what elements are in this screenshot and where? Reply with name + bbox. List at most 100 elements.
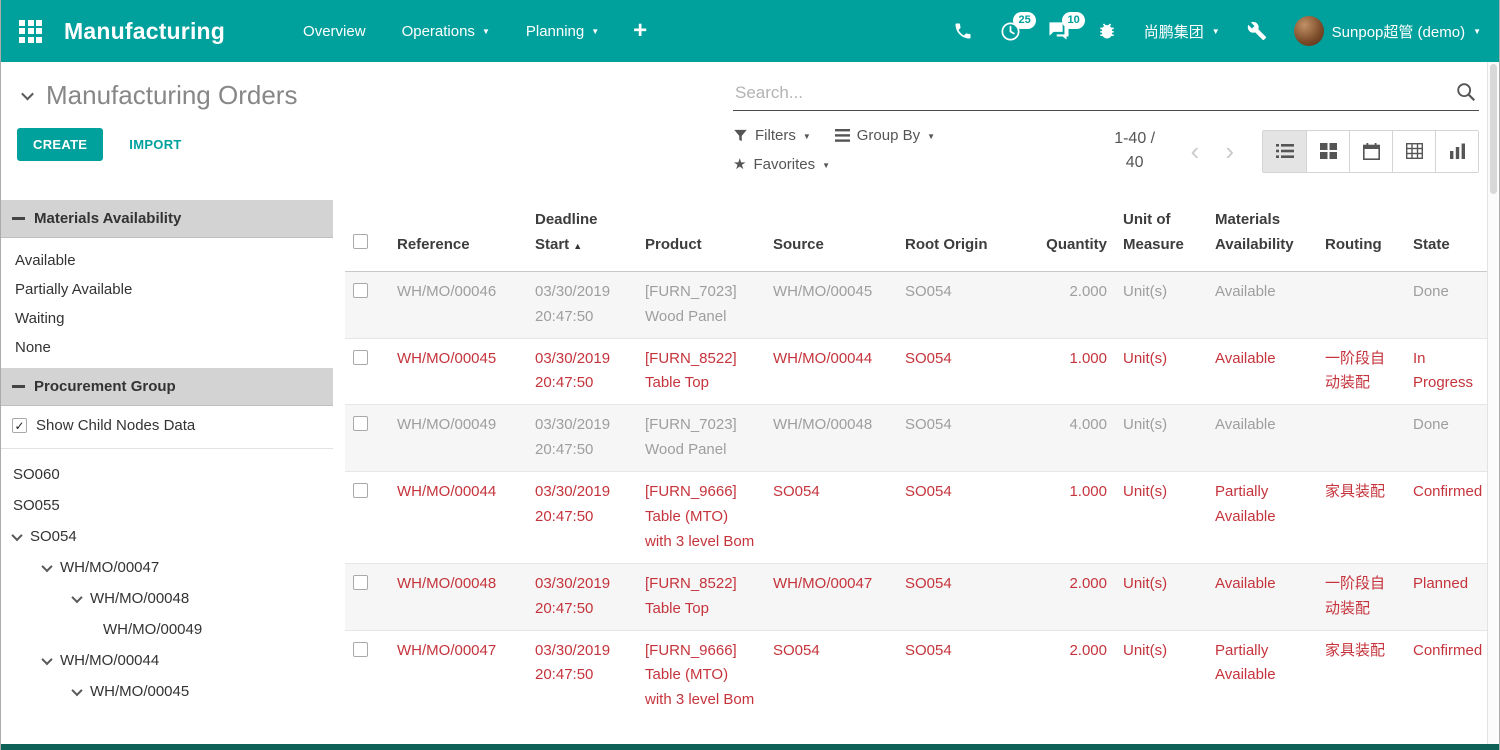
table-row[interactable]: WH/MO/0004403/30/2019 20:47:50[FURN_9666… <box>345 472 1493 564</box>
activities-button[interactable]: 25 <box>1000 21 1021 42</box>
menu-operations[interactable]: Operations▼ <box>402 23 490 40</box>
list-view-button[interactable] <box>1263 131 1306 172</box>
favorites-menu[interactable]: ★ Favorites ▼ <box>733 156 830 173</box>
row-checkbox[interactable] <box>353 483 368 498</box>
chevron-down-icon[interactable] <box>11 529 22 540</box>
cell-source: WH/MO/00044 <box>765 338 897 405</box>
menu-planning[interactable]: Planning▼ <box>526 23 599 40</box>
search-input[interactable] <box>733 76 1479 111</box>
user-menu[interactable]: Sunpop超管 (demo) ▼ <box>1294 16 1481 46</box>
row-checkbox[interactable] <box>353 575 368 590</box>
show-child-nodes-checkbox[interactable]: ✓ Show Child Nodes Data <box>1 406 333 449</box>
apps-menu-button[interactable] <box>19 20 42 43</box>
filter-none[interactable]: None <box>1 333 333 362</box>
phone-button[interactable] <box>953 21 973 41</box>
row-checkbox[interactable] <box>353 350 368 365</box>
availability-list: AvailablePartially AvailableWaitingNone <box>1 238 333 368</box>
phone-icon <box>953 21 973 41</box>
search-icon[interactable] <box>1455 81 1477 108</box>
column-header-deadline-start[interactable]: Deadline Start▲ <box>527 200 637 271</box>
tree-item-so055[interactable]: SO055 <box>1 490 333 521</box>
column-header-source[interactable]: Source <box>765 200 897 271</box>
cell-state: Planned <box>1405 563 1493 630</box>
tree-item-wh-mo-00045[interactable]: WH/MO/00045 <box>1 676 333 707</box>
column-header-product[interactable]: Product <box>637 200 765 271</box>
menu-overview[interactable]: Overview <box>303 23 366 40</box>
cell-state: In Progress <box>1405 338 1493 405</box>
pager: 1-40 / 40 ‹ › <box>1105 127 1479 175</box>
tree-item-wh-mo-00048[interactable]: WH/MO/00048 <box>1 583 333 614</box>
checkbox-checked-icon: ✓ <box>12 418 27 433</box>
company-name: 尚鹏集团 <box>1144 21 1204 42</box>
chevron-down-icon[interactable] <box>41 653 52 664</box>
user-name: Sunpop超管 (demo) <box>1332 21 1465 42</box>
cell-product: [FURN_9666] Table (MTO) with 3 level Bom <box>637 472 765 564</box>
column-label: Quantity <box>1046 236 1107 253</box>
table-row[interactable]: WH/MO/0004803/30/2019 20:47:50[FURN_8522… <box>345 563 1493 630</box>
cell-product: [FURN_8522] Table Top <box>637 563 765 630</box>
group-by-menu[interactable]: Group By ▼ <box>835 127 935 144</box>
column-header-unit-of-measure[interactable]: Unit of Measure <box>1115 200 1207 271</box>
cell-state: Done <box>1405 405 1493 472</box>
cell-materials-availability: Available <box>1207 338 1317 405</box>
pager-previous-button[interactable]: ‹ <box>1191 138 1200 164</box>
column-label: Routing <box>1325 236 1382 253</box>
tree-item-wh-mo-00044[interactable]: WH/MO/00044 <box>1 645 333 676</box>
menu-label: Planning <box>526 23 584 40</box>
search-options: Filters ▼ Group By ▼ ★ Favorites ▼ <box>733 127 975 173</box>
debug-button[interactable] <box>1097 21 1117 41</box>
tools-button[interactable] <box>1247 21 1267 41</box>
add-menu-button[interactable]: + <box>633 19 647 43</box>
select-all-header[interactable] <box>345 200 389 271</box>
column-label: State <box>1413 236 1450 253</box>
caret-down-icon: ▼ <box>803 133 811 141</box>
import-button[interactable]: IMPORT <box>123 136 187 153</box>
filters-menu[interactable]: Filters ▼ <box>733 127 811 144</box>
table-row[interactable]: WH/MO/0004603/30/2019 20:47:50[FURN_7023… <box>345 271 1493 338</box>
column-header-quantity[interactable]: Quantity <box>1031 200 1115 271</box>
tree-item-wh-mo-00047[interactable]: WH/MO/00047 <box>1 552 333 583</box>
kanban-view-button[interactable] <box>1306 131 1349 172</box>
chevron-down-icon[interactable] <box>21 88 34 101</box>
apps-grid-icon <box>19 20 42 43</box>
column-header-routing[interactable]: Routing <box>1317 200 1405 271</box>
orders-table: ReferenceDeadline Start▲ Product Source Roo… <box>345 200 1493 721</box>
tree-item-so054[interactable]: SO054 <box>1 521 333 552</box>
chevron-down-icon[interactable] <box>71 591 82 602</box>
vertical-scrollbar[interactable] <box>1487 62 1498 744</box>
pager-next-button[interactable]: › <box>1225 138 1234 164</box>
messages-button[interactable]: 10 <box>1048 21 1070 41</box>
company-menu[interactable]: 尚鹏集团 ▼ <box>1144 21 1220 42</box>
filter-waiting[interactable]: Waiting <box>1 304 333 333</box>
column-label: Product <box>645 236 702 253</box>
row-checkbox[interactable] <box>353 416 368 431</box>
filter-partially-available[interactable]: Partially Available <box>1 275 333 304</box>
column-header-state[interactable]: State <box>1405 200 1493 271</box>
app-title[interactable]: Manufacturing <box>64 18 225 45</box>
create-button[interactable]: CREATE <box>17 128 103 161</box>
tree-item-wh-mo-00049[interactable]: WH/MO/00049 <box>1 614 333 645</box>
row-checkbox[interactable] <box>353 642 368 657</box>
cell-product: [FURN_9666] Table (MTO) with 3 level Bom <box>637 630 765 721</box>
select-all-checkbox[interactable] <box>353 234 368 249</box>
chevron-down-icon[interactable] <box>41 560 52 571</box>
column-header-reference[interactable]: Reference <box>389 200 527 271</box>
row-select-cell <box>345 338 389 405</box>
scrollbar-thumb[interactable] <box>1490 64 1497 194</box>
table-row[interactable]: WH/MO/0004703/30/2019 20:47:50[FURN_9666… <box>345 630 1493 721</box>
cell-product: [FURN_7023] Wood Panel <box>637 405 765 472</box>
graph-view-button[interactable] <box>1435 131 1478 172</box>
filter-available[interactable]: Available <box>1 246 333 275</box>
row-checkbox[interactable] <box>353 283 368 298</box>
pivot-view-button[interactable] <box>1392 131 1435 172</box>
tree-item-so060[interactable]: SO060 <box>1 459 333 490</box>
chevron-down-icon[interactable] <box>71 684 82 695</box>
column-header-root-origin[interactable]: Root Origin <box>897 200 1031 271</box>
calendar-view-button[interactable] <box>1349 131 1392 172</box>
category-icon <box>12 385 25 388</box>
column-label: Root Origin <box>905 236 988 253</box>
star-icon: ★ <box>733 157 746 172</box>
table-row[interactable]: WH/MO/0004903/30/2019 20:47:50[FURN_7023… <box>345 405 1493 472</box>
column-header-materials-availability[interactable]: Materials Availability <box>1207 200 1317 271</box>
table-row[interactable]: WH/MO/0004503/30/2019 20:47:50[FURN_8522… <box>345 338 1493 405</box>
